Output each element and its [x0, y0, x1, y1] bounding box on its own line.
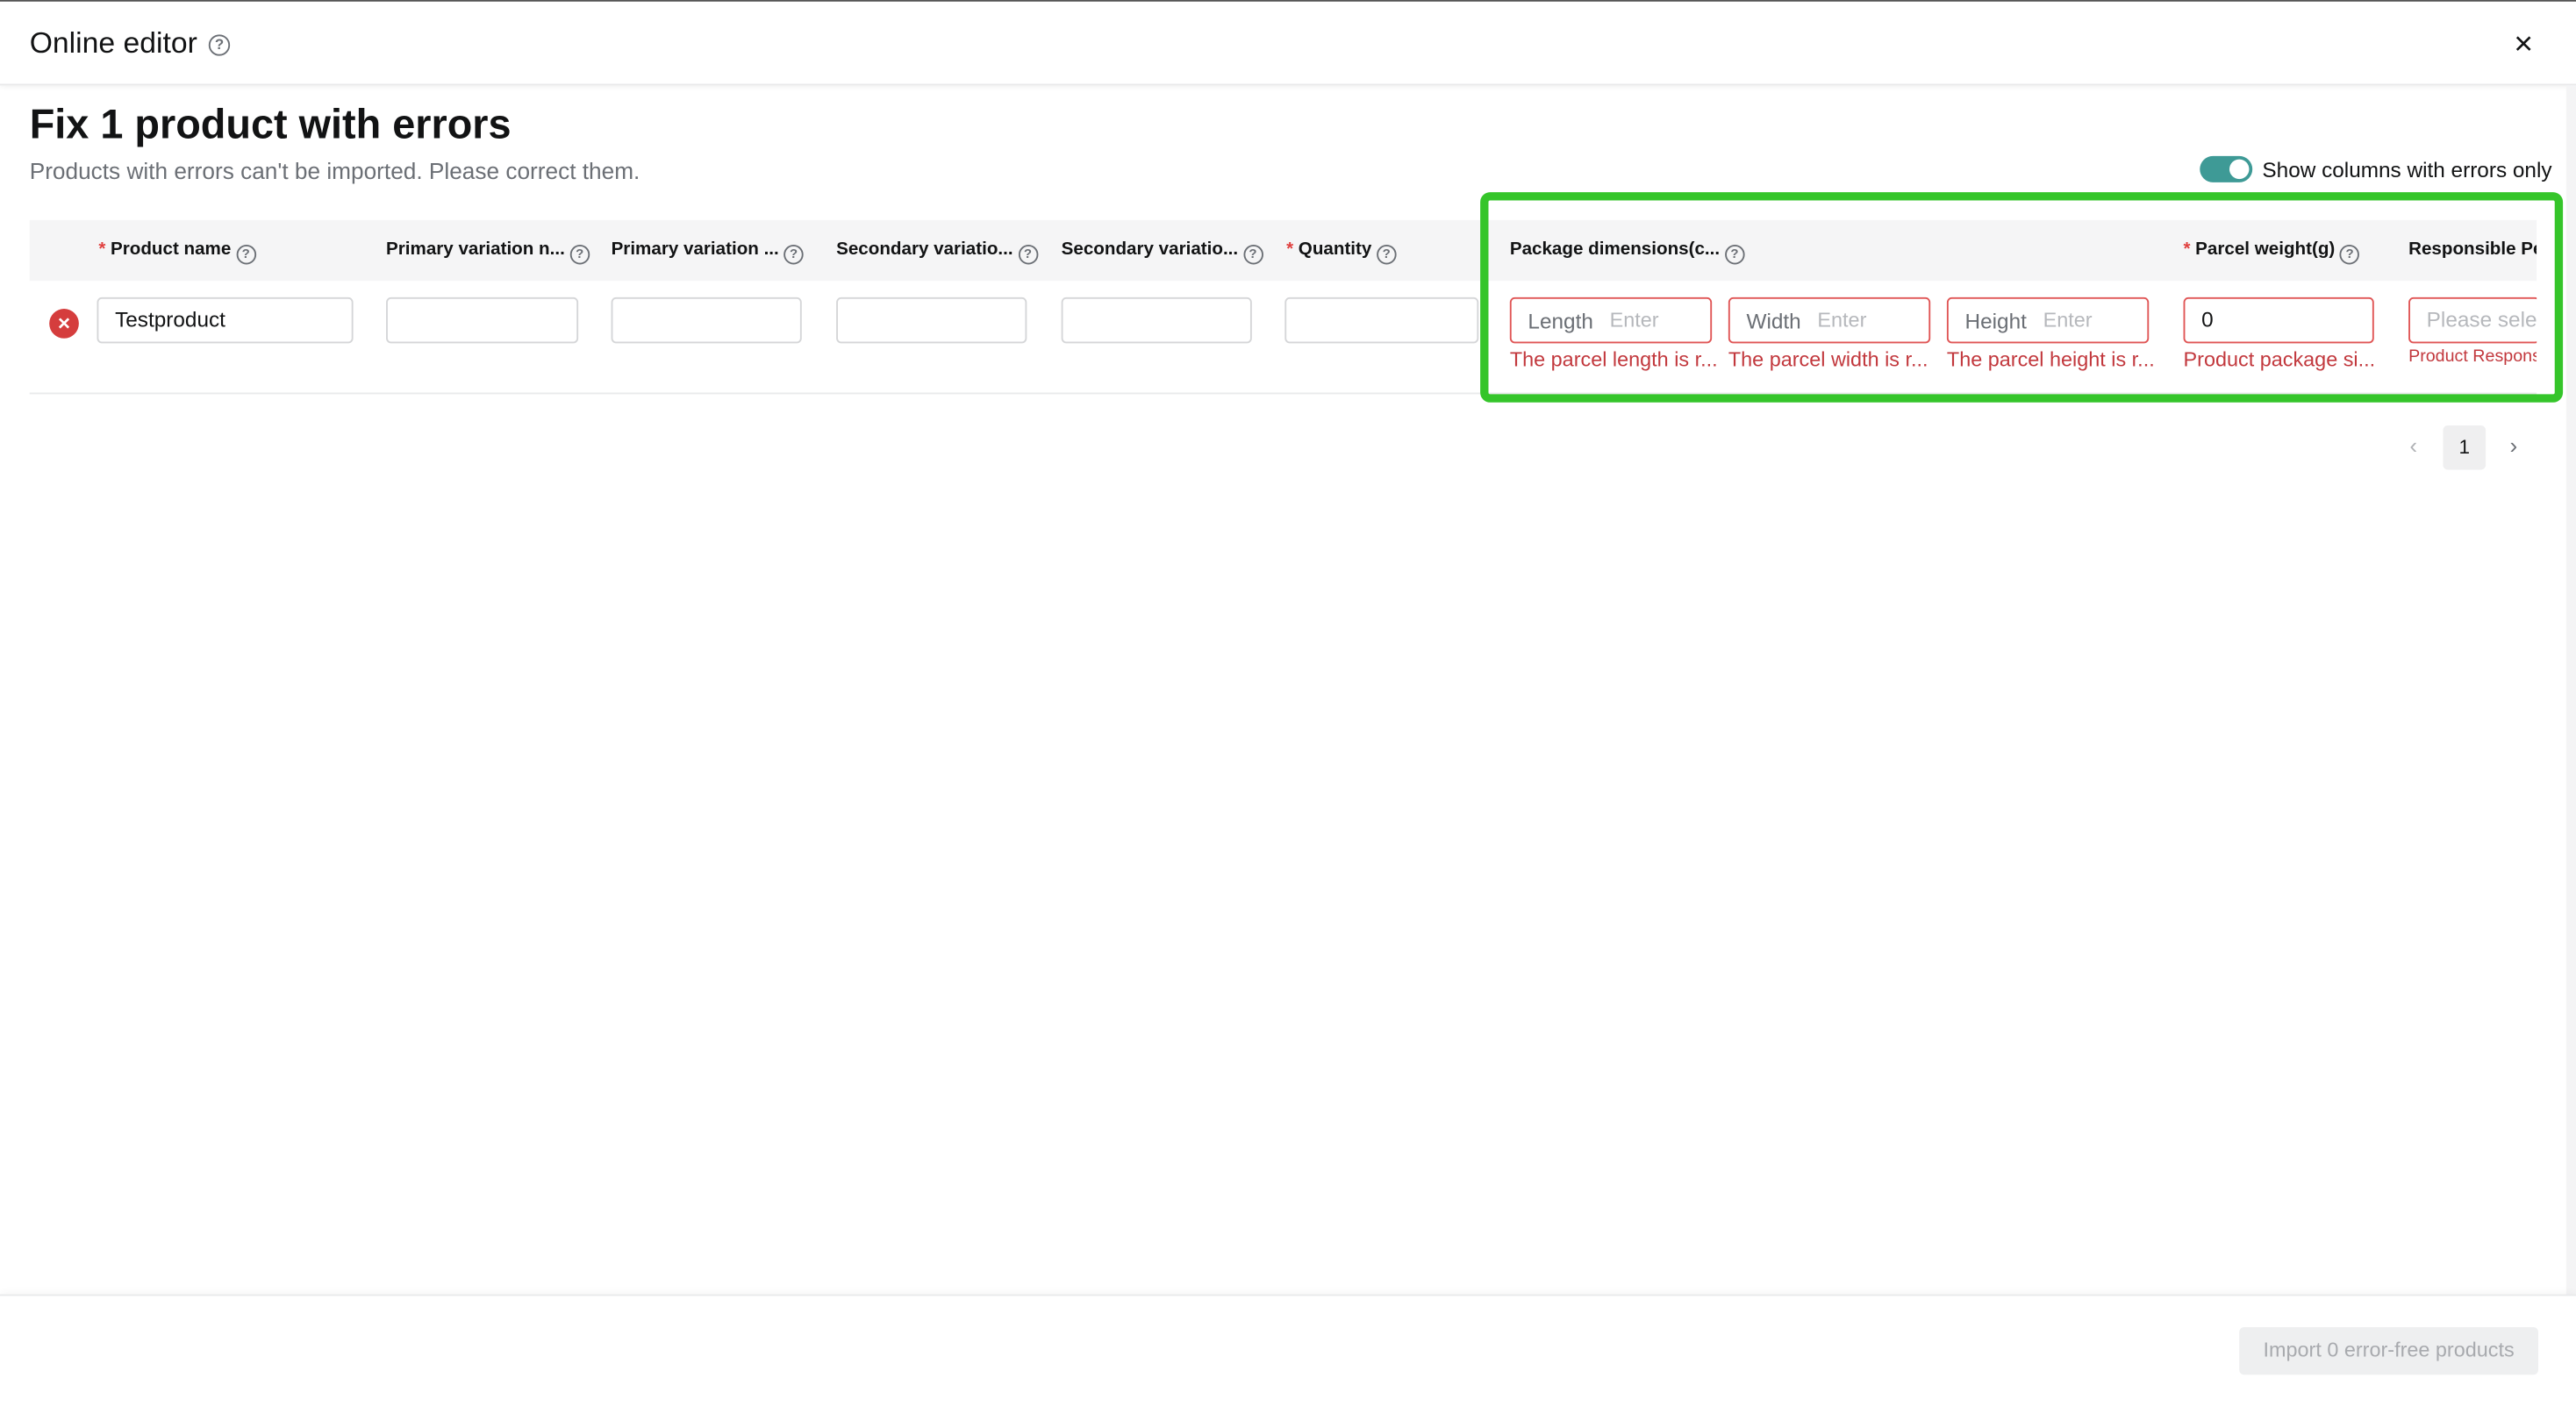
height-input[interactable]: Height Enter [1946, 296, 2150, 344]
column-header-responsible-person: Responsible Per [2408, 239, 2537, 260]
column-header-primary-variation: Primary variation ...? [612, 239, 804, 265]
column-header-primary-variation-name: Primary variation n...? [386, 239, 590, 265]
pagination-prev-icon[interactable]: ‹ [2402, 432, 2425, 458]
required-marker: * [2183, 239, 2191, 260]
length-error-text: The parcel length is r... [1509, 347, 1718, 372]
column-header-parcel-weight: * Parcel weight(g)? [2183, 239, 2360, 265]
help-icon[interactable]: ? [1242, 245, 1263, 265]
page-title: Fix 1 product with errors [29, 102, 512, 148]
help-icon[interactable]: ? [1376, 245, 1397, 265]
column-header-secondary-variation-name: Secondary variatio...? [836, 239, 1038, 265]
help-icon[interactable]: ? [569, 245, 590, 265]
row-error-icon: × [49, 309, 79, 339]
column-header-secondary-variation: Secondary variatio...? [1062, 239, 1263, 265]
height-error-text: The parcel height is r... [1946, 347, 2155, 372]
modal-header: Online editor ? × [0, 1, 2576, 86]
width-error-text: The parcel width is r... [1728, 347, 1928, 372]
primary-variation-input[interactable] [611, 296, 802, 344]
responsible-person-error-text: Product Respons [2408, 346, 2537, 367]
scrollbar-track[interactable] [2565, 85, 2576, 1295]
help-icon[interactable]: ? [784, 245, 804, 265]
modal-footer [0, 1294, 2576, 1406]
close-icon[interactable]: × [2507, 28, 2539, 61]
pagination-page-1[interactable]: 1 [2443, 425, 2487, 470]
help-icon[interactable]: ? [235, 245, 256, 265]
required-marker: * [1286, 239, 1294, 260]
primary-variation-name-input[interactable] [386, 296, 579, 344]
required-marker: * [98, 239, 106, 260]
pagination-next-icon[interactable]: › [2502, 432, 2525, 458]
parcel-weight-input[interactable]: 0 [2183, 296, 2374, 344]
help-icon[interactable]: ? [1724, 245, 1745, 265]
column-header-product-name: * Product name? [98, 239, 256, 265]
product-name-input[interactable]: Testproduct [97, 296, 354, 344]
import-products-button[interactable]: Import 0 error-free products [2239, 1326, 2539, 1375]
modal-title: Online editor [29, 25, 197, 60]
page-subtitle: Products with errors can't be imported. … [29, 157, 640, 184]
secondary-variation-input[interactable] [1061, 296, 1252, 344]
show-error-columns-toggle[interactable] [2200, 155, 2253, 182]
column-header-quantity: * Quantity? [1286, 239, 1397, 265]
table-scroll-edge [2537, 213, 2560, 398]
column-header-package-dimensions: Package dimensions(c...? [1510, 239, 1745, 265]
responsible-person-select[interactable]: Please selec [2408, 296, 2540, 344]
help-icon[interactable]: ? [2339, 245, 2360, 265]
parcel-weight-error-text: Product package si... [2183, 347, 2376, 372]
toggle-label: Show columns with errors only [2262, 157, 2552, 182]
help-icon[interactable]: ? [1018, 245, 1038, 265]
help-icon[interactable]: ? [208, 34, 231, 56]
quantity-input[interactable] [1284, 296, 1479, 344]
secondary-variation-name-input[interactable] [836, 296, 1027, 344]
width-input[interactable]: Width Enter [1728, 296, 1931, 344]
length-input[interactable]: Length Enter [1509, 296, 1713, 344]
row-divider [29, 392, 2537, 395]
